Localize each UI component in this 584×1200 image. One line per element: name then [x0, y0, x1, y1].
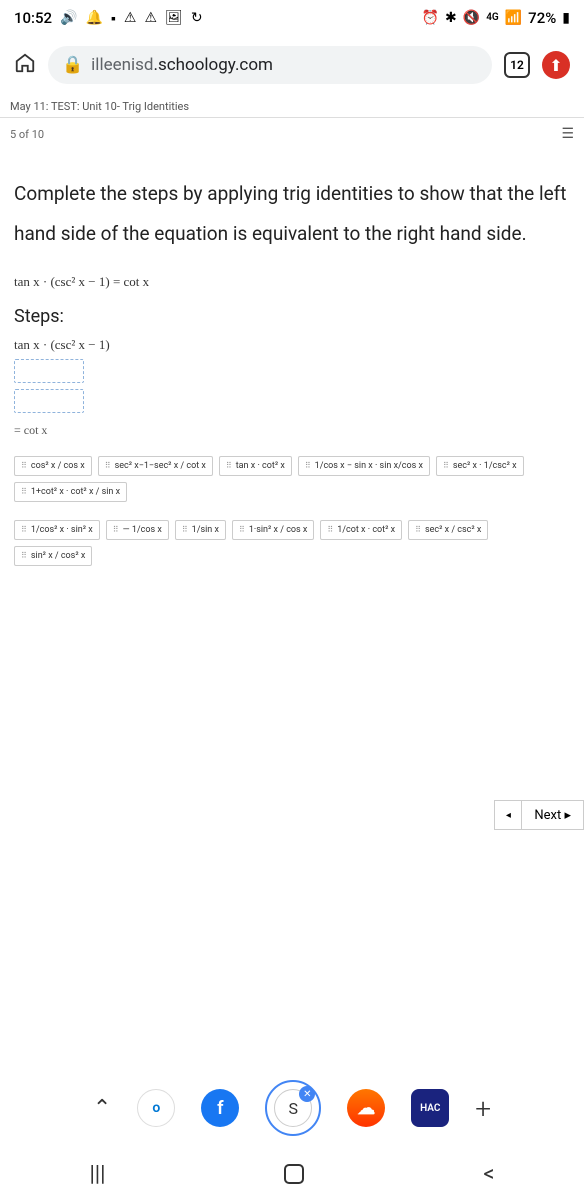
question-content: Complete the steps by applying trig iden…: [0, 150, 584, 566]
blank-2[interactable]: [14, 389, 84, 413]
signal-icon: 📶: [505, 10, 522, 26]
grip-icon: ⠿: [21, 487, 27, 496]
outlook-app-icon[interactable]: o: [137, 1089, 175, 1127]
progress-text: 5 of 10: [10, 128, 44, 141]
status-bar: 10:52 🔊 🔔 ▪ ⚠ ⚠ 🖼 ↻ ⏰ ✱ 🔇 4G 📶 72% ▮: [0, 0, 584, 36]
warning2-icon: ⚠: [144, 10, 157, 26]
url-bar[interactable]: 🔒 illeenisd.schoology.com: [48, 46, 492, 84]
status-time: 10:52: [14, 9, 52, 27]
answer-tile[interactable]: ⠿cos² x / cos x: [14, 456, 92, 476]
add-tab-icon[interactable]: +: [475, 1092, 491, 1125]
bookmark-icon: ▪: [111, 10, 116, 27]
grip-icon: ⠿: [21, 461, 27, 470]
prev-button[interactable]: ◂: [494, 800, 522, 830]
browser-bar: 🔒 illeenisd.schoology.com 12 ⬆: [0, 36, 584, 94]
battery-pct: 72%: [528, 9, 556, 27]
answer-tile[interactable]: ⠿1/cos x − sin x · sin x/cos x: [298, 456, 430, 476]
answer-tile[interactable]: ⠿1·sin² x / cos x: [232, 520, 314, 540]
given-equation: tan x · (csc² x − 1) = cot x: [14, 274, 570, 290]
bluetooth-icon: ✱: [445, 10, 457, 26]
grip-icon: ⠿: [226, 461, 232, 470]
list-icon[interactable]: ☰: [561, 126, 574, 142]
hac-app-icon[interactable]: HAC: [411, 1089, 449, 1127]
dock-expand-icon[interactable]: ⌃: [93, 1096, 111, 1121]
grip-icon: ⠿: [21, 551, 27, 560]
breadcrumb[interactable]: May 11: TEST: Unit 10- Trig Identities: [0, 94, 584, 118]
image-icon: 🖼: [165, 10, 183, 26]
answer-tile[interactable]: ⠿tan x · cot² x: [219, 456, 292, 476]
warning-icon: ⚠: [124, 10, 137, 26]
battery-icon: ▮: [562, 10, 570, 26]
next-button[interactable]: Next ▸: [522, 800, 584, 830]
grip-icon: ⠿: [21, 525, 27, 534]
question-nav: ◂ Next ▸: [494, 800, 584, 830]
grip-icon: ⠿: [415, 525, 421, 534]
answer-tile[interactable]: ⠿sec² x−1−sec² x / cot x: [98, 456, 213, 476]
home-button[interactable]: [284, 1164, 304, 1184]
notification-icon: 🔔: [86, 10, 103, 26]
grip-icon: ⠿: [182, 525, 188, 534]
answer-tile[interactable]: ⠿sec² x · 1/csc² x: [436, 456, 524, 476]
step-start: tan x · (csc² x − 1): [14, 337, 570, 353]
close-icon[interactable]: ✕: [299, 1086, 315, 1102]
tab-count-button[interactable]: 12: [504, 52, 530, 78]
answer-tile[interactable]: ⠿sin² x / cos² x: [14, 546, 92, 566]
grip-icon: ⠿: [305, 461, 311, 470]
home-icon[interactable]: [14, 52, 36, 78]
volume-icon: 🔊: [60, 10, 77, 26]
recents-button[interactable]: |||: [89, 1162, 105, 1187]
answer-tile[interactable]: ⠿— 1/cos x: [106, 520, 169, 540]
blank-1[interactable]: [14, 359, 84, 383]
refresh-icon: ↻: [191, 10, 203, 26]
question-prompt: Complete the steps by applying trig iden…: [14, 174, 570, 254]
back-button[interactable]: <: [483, 1162, 494, 1187]
grip-icon: ⠿: [105, 461, 111, 470]
answer-tile[interactable]: ⠿1/cot x · cot² x: [320, 520, 402, 540]
mute-icon: 🔇: [463, 10, 480, 26]
app-dock: ⌃ o f S ✕ ☁ HAC +: [0, 1080, 584, 1136]
grip-icon: ⠿: [113, 525, 119, 534]
answer-tile[interactable]: ⠿1/cos² x · sin² x: [14, 520, 100, 540]
grip-icon: ⠿: [443, 461, 449, 470]
network-type: 4G: [486, 13, 499, 23]
grip-icon: ⠿: [239, 525, 245, 534]
active-app-ring[interactable]: S ✕: [265, 1080, 321, 1136]
answer-tile[interactable]: ⠿1/sin x: [175, 520, 226, 540]
answer-tile[interactable]: ⠿1+cot² x · cot² x / sin x: [14, 482, 127, 502]
final-equals: = cot x: [14, 423, 570, 438]
answer-tile[interactable]: ⠿sec² x / csc² x: [408, 520, 488, 540]
schoology-app-icon[interactable]: S ✕: [274, 1089, 312, 1127]
steps-label: Steps:: [14, 306, 570, 327]
tile-row-2: ⠿1/cos² x · sin² x ⠿— 1/cos x ⠿1/sin x ⠿…: [14, 520, 570, 566]
system-nav: ||| <: [0, 1148, 584, 1200]
facebook-app-icon[interactable]: f: [201, 1089, 239, 1127]
alarm-icon: ⏰: [422, 10, 439, 26]
soundcloud-app-icon[interactable]: ☁: [347, 1089, 385, 1127]
progress-row: 5 of 10 ☰: [0, 118, 584, 150]
lock-icon: 🔒: [62, 55, 83, 75]
update-button[interactable]: ⬆: [542, 51, 570, 79]
grip-icon: ⠿: [327, 525, 333, 534]
tile-row-1: ⠿cos² x / cos x ⠿sec² x−1−sec² x / cot x…: [14, 456, 570, 502]
